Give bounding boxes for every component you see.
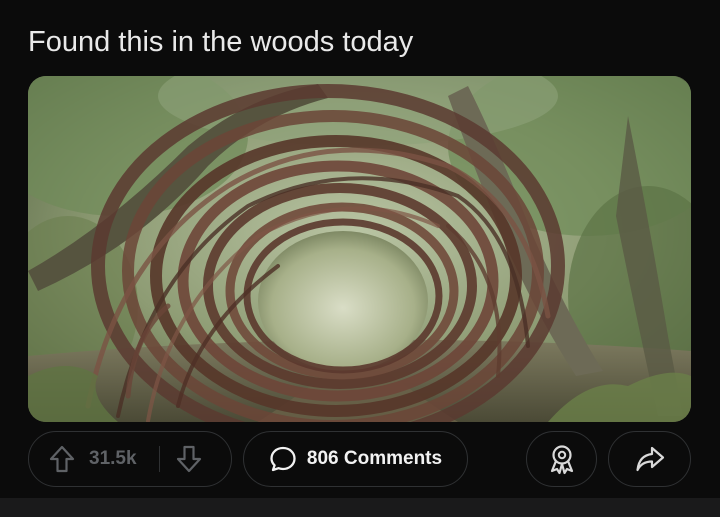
post-card: Found this in the woods today 31.5k 806 … xyxy=(0,0,720,498)
award-ribbon-icon xyxy=(547,443,577,475)
award-button[interactable] xyxy=(526,431,597,487)
post-image[interactable] xyxy=(28,76,691,422)
arrow-down-outline-icon[interactable] xyxy=(176,445,202,473)
share-button[interactable] xyxy=(608,431,691,487)
post-title[interactable]: Found this in the woods today xyxy=(28,22,413,62)
arrow-up-outline-icon[interactable] xyxy=(49,445,75,473)
speech-bubble-icon xyxy=(269,445,297,473)
bottom-divider-bar xyxy=(0,498,720,517)
vote-count: 31.5k xyxy=(89,448,137,469)
comments-count-label: 806 Comments xyxy=(306,448,443,469)
vote-control: 31.5k xyxy=(28,431,232,487)
vote-divider xyxy=(158,446,161,472)
woodland-photo xyxy=(28,76,691,422)
share-arrow-icon xyxy=(635,445,665,473)
comments-button[interactable]: 806 Comments xyxy=(243,431,468,487)
